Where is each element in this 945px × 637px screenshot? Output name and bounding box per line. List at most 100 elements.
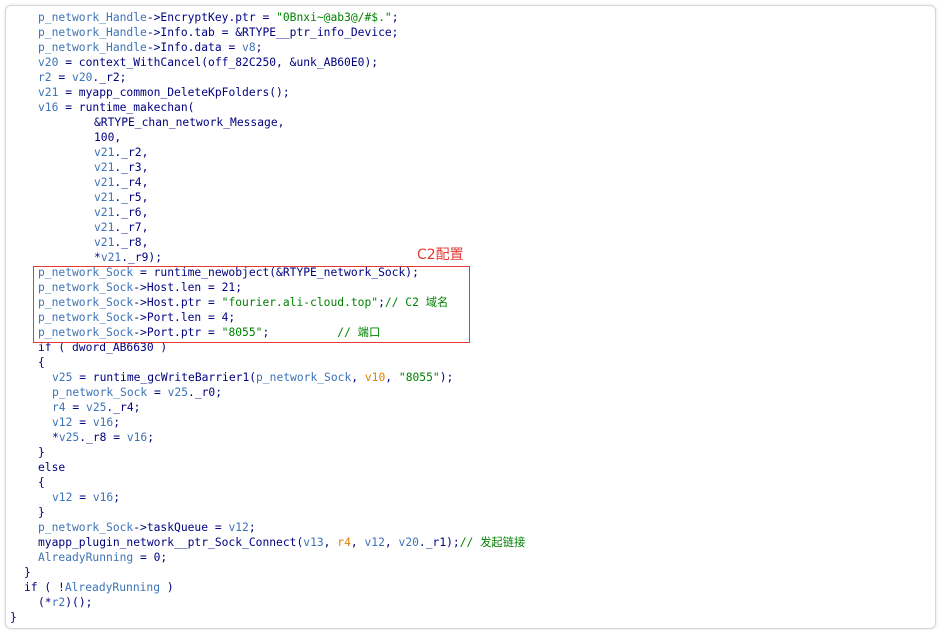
code-token: ._r1);: [418, 536, 460, 549]
code-token: v13: [303, 536, 324, 549]
code-token: v25: [52, 371, 73, 384]
code-token: v21: [94, 161, 115, 174]
code-token: v10: [364, 371, 386, 384]
code-line: r4 = v25._r4;: [52, 400, 140, 415]
code-line: v21._r7,: [94, 220, 148, 235]
code-token: ._r4,: [114, 176, 149, 189]
code-token: else: [38, 461, 66, 474]
code-token: AlreadyRunning: [64, 581, 161, 594]
c2-config-highlight-box: [33, 266, 470, 343]
code-token: v21: [94, 221, 115, 234]
code-token: =: [65, 401, 87, 414]
code-token: v20: [398, 536, 419, 549]
code-token: v21: [100, 251, 122, 264]
code-token: ._r7,: [114, 221, 149, 234]
code-token: ,: [350, 536, 365, 549]
code-token: ;: [113, 416, 121, 429]
code-token: ._r9);: [121, 251, 163, 264]
code-token: ->EncryptKey.ptr =: [146, 11, 277, 24]
code-line: v25 = runtime_gcWriteBarrier1(p_network_…: [52, 370, 453, 385]
code-token: v16: [38, 101, 59, 114]
code-token: v21: [38, 86, 59, 99]
code-token: ->Info.data =: [146, 41, 243, 54]
code-line: v21._r3,: [94, 160, 148, 175]
code-line: AlreadyRunning = 0;: [38, 550, 167, 565]
code-line: p_network_Handle->Info.tab = &RTYPE__ptr…: [38, 25, 398, 40]
code-token: v21: [94, 176, 115, 189]
code-token: v20: [72, 71, 93, 84]
code-token: )();: [65, 596, 93, 609]
code-token: v16: [126, 431, 148, 444]
code-token: ;: [391, 11, 399, 24]
code-line: (*r2)();: [38, 595, 92, 610]
code-token: v25: [167, 386, 189, 399]
code-token: v12: [364, 536, 385, 549]
code-line: }: [24, 565, 31, 580]
code-token: ,: [351, 371, 365, 384]
code-token: r2: [38, 71, 52, 84]
code-line: if ( !AlreadyRunning ): [24, 580, 174, 595]
code-line: v21._r8,: [94, 235, 148, 250]
code-token: {: [38, 356, 45, 369]
code-token: }: [10, 611, 17, 624]
code-line: v21._r2,: [94, 145, 148, 160]
code-token: ->taskQueue =: [133, 521, 229, 534]
code-token: r4: [52, 401, 66, 414]
code-token: =: [72, 491, 93, 504]
code-line: {: [38, 355, 45, 370]
code-token: {: [38, 476, 45, 489]
code-token: ;: [147, 431, 155, 444]
code-token: v12: [228, 521, 249, 534]
code-line: v20 = context_WithCancel(off_82C250, &un…: [38, 55, 378, 70]
code-line: v12 = v16;: [52, 490, 120, 505]
code-token: ._r0;: [188, 386, 223, 399]
code-token: ): [160, 581, 174, 594]
code-token: ._r4;: [106, 401, 141, 414]
code-token: }: [38, 446, 45, 459]
code-line: v21._r4,: [94, 175, 148, 190]
code-line: {: [38, 475, 45, 490]
code-token: =: [72, 416, 93, 429]
code-line: p_network_Sock->taskQueue = v12;: [38, 520, 256, 535]
code-token: ->Info.tab = &RTYPE__ptr_info_Device;: [146, 26, 399, 39]
code-line: v16 = runtime_makechan(: [38, 100, 194, 115]
code-token: =: [147, 386, 168, 399]
code-line: v21._r5,: [94, 190, 148, 205]
code-token: p_network_Handle: [38, 26, 147, 39]
code-line: }: [38, 505, 45, 520]
code-token: v8: [242, 41, 256, 54]
code-token: p_network_Sock: [256, 371, 352, 384]
code-token: p_network_Handle: [38, 41, 147, 54]
code-token: ._r2;: [92, 71, 127, 84]
code-token: (*: [38, 596, 52, 609]
code-token: AlreadyRunning: [38, 551, 134, 564]
code-line: *v21._r9);: [94, 250, 162, 265]
code-token: }: [38, 506, 45, 519]
code-token: = context_WithCancel(off_82C250, &unk_AB…: [58, 56, 379, 69]
code-token: myapp_plugin_network__ptr_Sock_Connect(: [38, 536, 304, 549]
code-token: v21: [94, 191, 115, 204]
code-token: ._r8 =: [79, 431, 127, 444]
code-line: v21 = myapp_common_DeleteKpFolders();: [38, 85, 290, 100]
code-token: v12: [52, 491, 73, 504]
code-token: p_network_Handle: [38, 11, 147, 24]
code-token: v21: [94, 236, 115, 249]
code-token: = runtime_gcWriteBarrier1(: [72, 371, 257, 384]
code-line: v12 = v16;: [52, 415, 120, 430]
code-token: ._r5,: [114, 191, 149, 204]
code-line: r2 = v20._r2;: [38, 70, 126, 85]
code-token: // 发起链接: [459, 536, 526, 549]
code-token: v25: [58, 431, 80, 444]
code-token: *: [52, 431, 59, 444]
code-token: ._r6,: [114, 206, 149, 219]
code-token: = runtime_makechan(: [58, 101, 195, 114]
code-line: p_network_Handle->EncryptKey.ptr = "0Bnx…: [38, 10, 399, 25]
c2-config-annotation: C2配置: [417, 247, 464, 263]
code-token: p_network_Sock: [38, 521, 134, 534]
code-line: 100,: [94, 130, 121, 145]
code-token: p_network_Sock: [52, 386, 148, 399]
code-line: myapp_plugin_network__ptr_Sock_Connect(v…: [38, 535, 525, 550]
code-token: if ( !: [24, 581, 65, 594]
code-token: ._r8,: [114, 236, 149, 249]
code-token: ;: [255, 41, 263, 54]
